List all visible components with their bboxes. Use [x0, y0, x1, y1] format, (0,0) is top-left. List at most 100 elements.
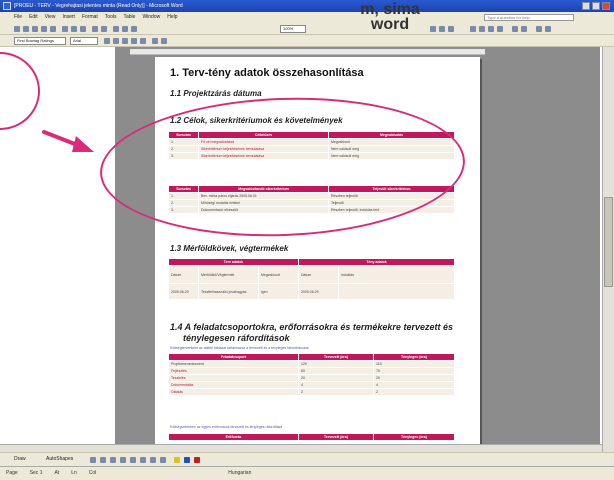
print-icon[interactable]	[41, 26, 47, 32]
table-header: Tervezett (óra)	[298, 433, 374, 441]
columns-icon[interactable]	[131, 26, 137, 32]
open-icon[interactable]	[23, 26, 29, 32]
vertical-scrollbar[interactable]	[602, 47, 614, 452]
window-title: [PROEU - TERV - Vegrehajtasi jelentes mi…	[14, 3, 183, 9]
font-color-icon[interactable]	[194, 457, 200, 463]
table-row: Oktatás 2 2	[168, 388, 456, 396]
tool-icon[interactable]	[113, 38, 119, 44]
table-cell: 4	[372, 381, 456, 389]
menu-edit[interactable]: Edit	[29, 12, 38, 23]
highlight-icon[interactable]	[536, 26, 542, 32]
paste-icon[interactable]	[80, 26, 86, 32]
status-section: Sec 1	[29, 470, 43, 476]
underline-icon[interactable]	[448, 26, 454, 32]
cut-icon[interactable]	[62, 26, 68, 32]
resource-table: Erőforrás Tervezett (óra) Tényleges (óra…	[168, 433, 456, 441]
table-cell: Fejlesztés	[168, 367, 299, 375]
table-cell: Indoklás	[338, 265, 455, 284]
highlight-icon[interactable]	[161, 38, 167, 44]
formatting-toolbar: First Bowtag Ratings Arial	[0, 35, 614, 47]
horizontal-ruler[interactable]	[130, 49, 485, 55]
preview-icon[interactable]	[50, 26, 56, 32]
heading-1-1: 1.1 Projektzárás dátuma	[170, 89, 262, 98]
new-doc-icon[interactable]	[14, 26, 20, 32]
tool-icon[interactable]	[152, 38, 158, 44]
help-search-input[interactable]: Type a question for help	[484, 14, 574, 21]
horizontal-scrollbar[interactable]	[0, 444, 602, 452]
numbering-icon[interactable]	[512, 26, 518, 32]
scroll-thumb[interactable]	[604, 197, 613, 287]
status-bar: Page Sec 1 At Ln Col Hungarian	[0, 466, 614, 480]
table-row: Projektmenedzsment 120 115	[168, 360, 456, 368]
table-cell: Dátum	[168, 265, 199, 284]
clipart-icon[interactable]	[150, 457, 156, 463]
heading-1-4-cont: ténylegesen ráfordítások	[183, 333, 290, 343]
wordart-icon[interactable]	[140, 457, 146, 463]
line-icon[interactable]	[90, 457, 96, 463]
overlay-caption-line2: word	[370, 16, 410, 33]
table-header: Tényleges (óra)	[372, 433, 456, 441]
status-page: Page	[6, 470, 18, 476]
bold-icon[interactable]	[430, 26, 436, 32]
undo-icon[interactable]	[92, 26, 98, 32]
align-right-icon[interactable]	[488, 26, 494, 32]
tool-icon[interactable]	[131, 38, 137, 44]
close-button[interactable]	[602, 2, 610, 10]
menu-insert[interactable]: Insert	[62, 12, 75, 23]
word-app-icon	[3, 2, 11, 10]
bullets-icon[interactable]	[521, 26, 527, 32]
menu-view[interactable]: View	[45, 12, 56, 23]
autoshapes-menu[interactable]: AutoShapes	[46, 456, 73, 462]
tool-icon[interactable]	[140, 38, 146, 44]
table-icon[interactable]	[122, 26, 128, 32]
save-icon[interactable]	[32, 26, 38, 32]
font-select[interactable]: Arial	[70, 37, 98, 45]
menu-tools[interactable]: Tools	[105, 12, 117, 23]
maximize-button[interactable]	[592, 2, 600, 10]
table-row: 2005.06.29 Tesztfelhasználói jóváhagyás …	[168, 283, 455, 300]
table-header: Tény adatok	[298, 258, 455, 266]
textbox-icon[interactable]	[130, 457, 136, 463]
table-cell: 2005.06.29	[168, 283, 199, 300]
minimize-button[interactable]	[582, 2, 590, 10]
table-cell: 2005.06.29	[298, 283, 339, 300]
picture-icon[interactable]	[160, 457, 166, 463]
zoom-select[interactable]: 100%	[280, 25, 306, 33]
heading-1: 1. Terv-tény adatok összehasonlítása	[170, 67, 364, 79]
hyperlink-icon[interactable]	[113, 26, 119, 32]
justify-icon[interactable]	[497, 26, 503, 32]
tool-icon[interactable]	[122, 38, 128, 44]
table-cell: Mérföldkő/Végtermék	[198, 265, 259, 284]
menu-window[interactable]: Window	[142, 12, 160, 23]
style-select[interactable]: First Bowtag Ratings	[14, 37, 66, 45]
table-cell: 70	[372, 367, 456, 375]
table-header: Tervezett (óra)	[298, 353, 374, 361]
align-left-icon[interactable]	[470, 26, 476, 32]
oval-icon[interactable]	[120, 457, 126, 463]
font-color-icon[interactable]	[545, 26, 551, 32]
redo-icon[interactable]	[101, 26, 107, 32]
copy-icon[interactable]	[71, 26, 77, 32]
menu-table[interactable]: Table	[123, 12, 135, 23]
fill-color-icon[interactable]	[174, 457, 180, 463]
tool-icon[interactable]	[104, 38, 110, 44]
align-center-icon[interactable]	[479, 26, 485, 32]
menu-format[interactable]: Format	[82, 12, 98, 23]
table-row: Dokumentálás 4 4	[168, 381, 456, 389]
intro-note: Költségtervenként az alábbi táblázat tar…	[170, 346, 309, 350]
draw-menu[interactable]: Draw	[14, 456, 26, 462]
status-col: Col	[88, 470, 97, 476]
table-header: Tényleges (óra)	[372, 353, 456, 361]
table-cell: Oktatás	[168, 388, 299, 396]
table-header: Terv adatok	[168, 258, 299, 266]
table-cell: 2	[298, 388, 374, 396]
menu-file[interactable]: File	[14, 12, 22, 23]
table-cell: Tesztelés	[168, 374, 299, 382]
table-header: Erőforrás	[168, 433, 299, 441]
arrow-icon[interactable]	[100, 457, 106, 463]
menu-help[interactable]: Help	[167, 12, 177, 23]
line-color-icon[interactable]	[184, 457, 190, 463]
rectangle-icon[interactable]	[110, 457, 116, 463]
italic-icon[interactable]	[439, 26, 445, 32]
status-at: At	[54, 470, 60, 476]
